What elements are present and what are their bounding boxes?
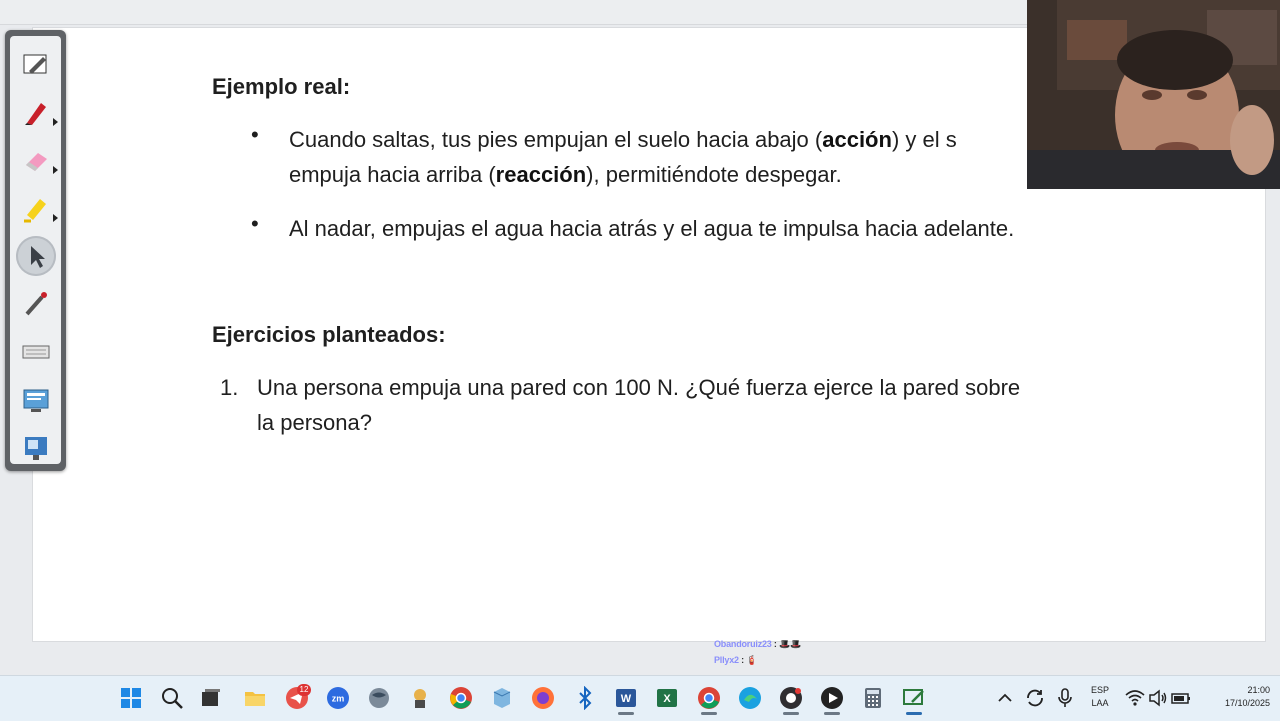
bullet-marker: •	[251, 122, 259, 147]
media-player-icon[interactable]	[819, 685, 845, 711]
battery-icon[interactable]	[1168, 685, 1194, 711]
laser-pen-icon[interactable]	[16, 284, 56, 324]
microphone-icon[interactable]	[1052, 685, 1078, 711]
screen-capture-icon[interactable]	[16, 380, 56, 420]
heading-ejemplo-real: Ejemplo real:	[212, 74, 351, 99]
exercise-1-line-2: la persona?	[257, 410, 372, 435]
sync-icon[interactable]	[1022, 685, 1048, 711]
chevron-up-icon[interactable]	[992, 685, 1018, 711]
active-app-indicator	[618, 712, 634, 715]
chrome-icon[interactable]	[448, 685, 474, 711]
active-app-indicator	[824, 712, 840, 715]
presentation-icon[interactable]	[16, 428, 56, 468]
highlighter-icon[interactable]	[16, 188, 58, 228]
notification-badge: 12	[297, 684, 311, 696]
app-character-icon[interactable]	[407, 685, 433, 711]
clock-time: 21:00	[1247, 685, 1270, 695]
edge-icon[interactable]	[737, 685, 763, 711]
calculator-icon[interactable]	[860, 685, 886, 711]
vpn-globe-icon[interactable]	[366, 685, 392, 711]
language-code: ESP	[1090, 685, 1109, 695]
language-indicator[interactable]: ESP LAA	[1087, 684, 1113, 710]
bullet-1-line-1: Cuando saltas, tus pies empujan el suelo…	[289, 127, 957, 152]
active-app-indicator	[783, 712, 799, 715]
excel-icon[interactable]: X	[654, 685, 680, 711]
webcam-feed	[1027, 0, 1280, 189]
chat-message: Obandoruiz23 : 🎩🎩	[714, 639, 802, 649]
active-app-indicator	[906, 712, 922, 715]
task-view-icon[interactable]	[198, 685, 224, 711]
exercise-1-line-1: Una persona empuja una pared con 100 N. …	[257, 375, 1021, 400]
active-app-indicator	[701, 712, 717, 715]
list-number-1: 1.	[220, 375, 239, 400]
svg-text:X: X	[663, 693, 671, 705]
clock[interactable]: 21:00 17/10/2025	[1200, 684, 1270, 710]
red-marker-icon[interactable]	[16, 92, 58, 132]
pointer-icon[interactable]	[16, 236, 56, 276]
svg-text:zm: zm	[332, 694, 345, 704]
pen-icon[interactable]	[16, 44, 56, 84]
zoom-icon[interactable]: zm	[325, 685, 351, 711]
chat-message: Pllyx2 : 🧯	[714, 655, 758, 665]
chrome-profile-icon[interactable]	[696, 685, 722, 711]
toolbar-panel	[10, 36, 61, 464]
webcam-image	[1027, 0, 1280, 189]
bluetooth-icon[interactable]	[572, 685, 598, 711]
windows-start-icon[interactable]	[118, 685, 144, 711]
bullet-1-line-2: empuja hacia arriba (reacción), permitié…	[289, 162, 842, 187]
file-explorer-icon[interactable]	[242, 685, 268, 711]
word-icon[interactable]: W	[613, 685, 639, 711]
heading-ejercicios: Ejercicios planteados:	[212, 322, 446, 347]
keyboard-layout: LAA	[1091, 698, 1109, 708]
paint-3d-icon[interactable]	[489, 685, 515, 711]
whiteboard-pen-icon[interactable]	[901, 685, 927, 711]
clock-date: 17/10/2025	[1224, 698, 1270, 708]
search-icon[interactable]	[159, 685, 185, 711]
keyboard-icon[interactable]	[16, 332, 56, 372]
obs-icon[interactable]	[778, 685, 804, 711]
bullet-marker: •	[251, 211, 259, 236]
svg-text:W: W	[621, 693, 632, 705]
bullet-2: Al nadar, empujas el agua hacia atrás y …	[289, 216, 1015, 241]
eraser-icon[interactable]	[16, 140, 58, 180]
firefox-icon[interactable]	[530, 685, 556, 711]
drawing-toolbar	[5, 30, 66, 471]
